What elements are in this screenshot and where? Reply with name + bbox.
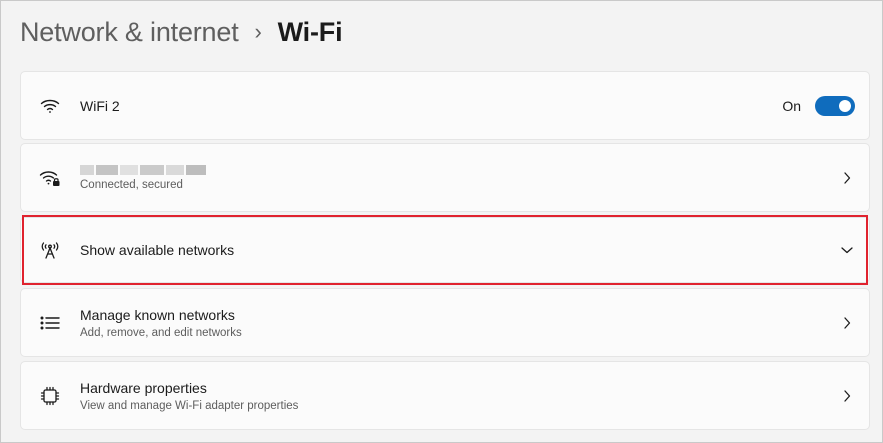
chevron-down-icon (841, 244, 853, 256)
wifi-icon (39, 95, 61, 117)
wifi-secured-icon (39, 167, 61, 189)
hardware-properties[interactable]: Hardware properties View and manage Wi-F… (20, 361, 870, 430)
chip-icon (39, 385, 61, 407)
hardware-properties-label: Hardware properties (80, 379, 207, 396)
connected-network-card[interactable]: Connected, secured (20, 143, 870, 212)
antenna-icon (39, 239, 61, 261)
manage-known-networks[interactable]: Manage known networks Add, remove, and e… (20, 288, 870, 357)
network-name-redacted (80, 164, 206, 175)
connection-status: Connected, secured (80, 178, 183, 191)
show-available-networks[interactable]: Show available networks (20, 217, 870, 283)
wifi-toggle-switch[interactable] (815, 95, 855, 116)
wifi-toggle-label: On (782, 97, 801, 114)
wifi-adapter-name: WiFi 2 (80, 97, 120, 114)
manage-known-networks-description: Add, remove, and edit networks (80, 326, 242, 339)
manage-known-networks-label: Manage known networks (80, 306, 235, 323)
chevron-right-icon (841, 171, 853, 184)
chevron-right-icon (841, 389, 853, 402)
list-icon (39, 312, 61, 334)
hardware-properties-description: View and manage Wi-Fi adapter properties (80, 399, 299, 412)
toggle-knob (839, 99, 851, 112)
breadcrumb: Network & internet › Wi-Fi (20, 17, 343, 48)
breadcrumb-parent[interactable]: Network & internet (20, 17, 239, 48)
chevron-right-icon (841, 316, 853, 329)
show-available-networks-label: Show available networks (80, 242, 235, 258)
wifi-adapter-card: WiFi 2 On (20, 71, 870, 140)
breadcrumb-separator: › (254, 18, 262, 44)
page-title: Wi-Fi (277, 17, 343, 47)
